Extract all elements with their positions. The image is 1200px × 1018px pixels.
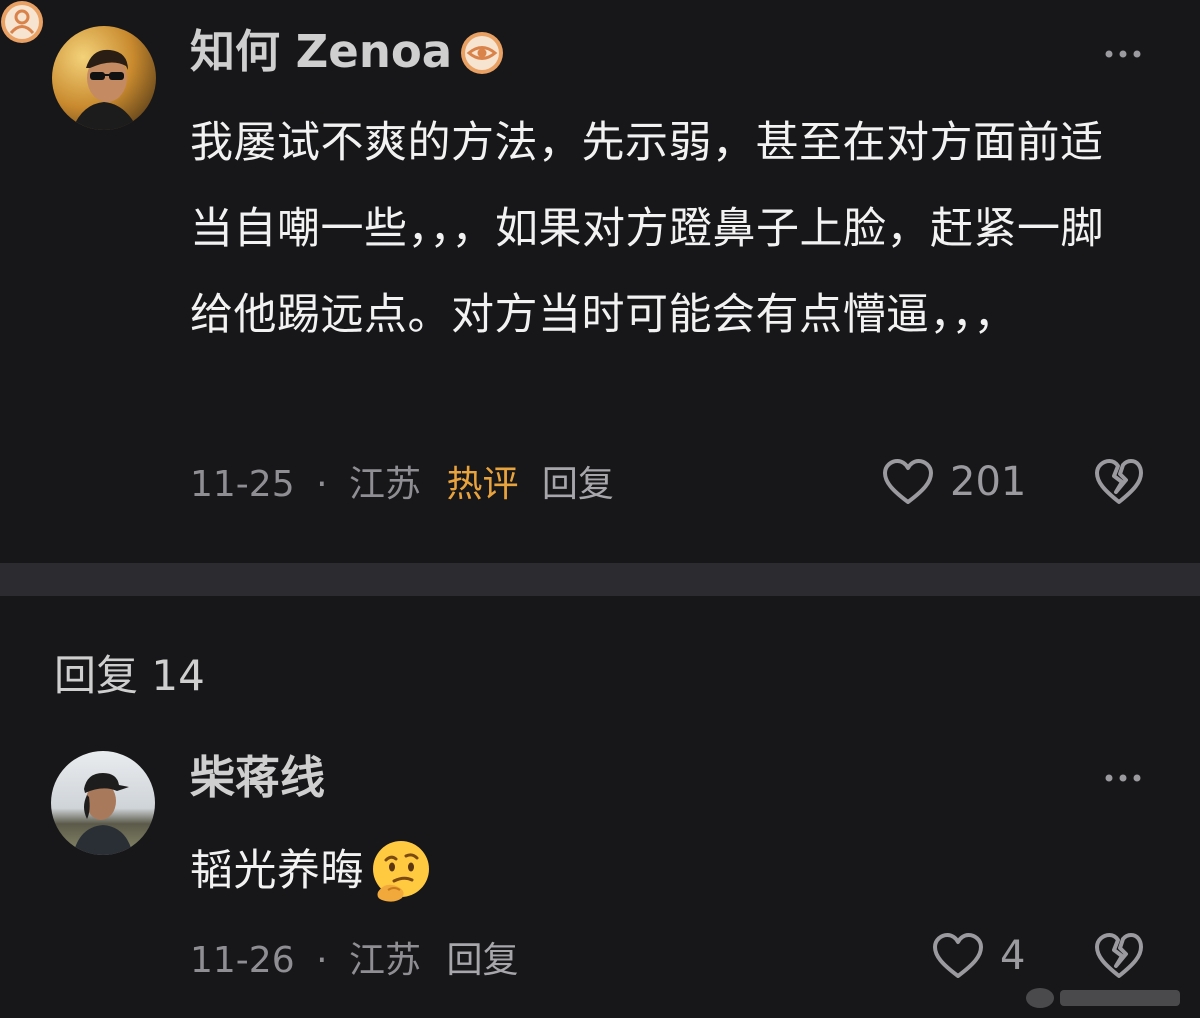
eye-badge-icon bbox=[461, 32, 503, 74]
more-options-icon[interactable] bbox=[1103, 48, 1143, 60]
broken-heart-icon[interactable] bbox=[1094, 458, 1144, 506]
comment-text-row: 韬光养晦 bbox=[190, 828, 1140, 914]
comment-location: 江苏 bbox=[348, 940, 421, 981]
comment-meta: 11-26 · 江苏 回复 bbox=[190, 936, 518, 985]
meta-separator: · bbox=[316, 940, 328, 981]
username[interactable]: 柴蒋线 bbox=[190, 750, 325, 806]
reply-button[interactable]: 回复 bbox=[446, 940, 518, 981]
comment-meta: 11-25 · 江苏 热评 回复 bbox=[190, 460, 614, 509]
comment-text: 我屡试不爽的方法，先示弱，甚至在对方面前适当自嘲一些，，，如果对方蹬鼻子上脸，赶… bbox=[190, 118, 1104, 340]
username[interactable]: 知何 Zenoa bbox=[190, 24, 452, 80]
heart-icon bbox=[883, 459, 933, 504]
comment-date: 11-25 bbox=[190, 464, 295, 505]
like-count: 201 bbox=[950, 459, 1027, 505]
more-options-icon[interactable] bbox=[1103, 772, 1143, 784]
watermark-logo bbox=[1026, 988, 1180, 1008]
like-button[interactable]: 201 bbox=[882, 458, 1026, 506]
comment-date: 11-26 bbox=[190, 940, 295, 981]
comment-location: 江苏 bbox=[348, 464, 421, 505]
reply-button[interactable]: 回复 bbox=[542, 464, 614, 505]
thinking-face-emoji bbox=[373, 841, 429, 902]
person-badge-icon bbox=[1, 1, 43, 43]
hot-comment-tag: 热评 bbox=[446, 464, 519, 505]
replies-count-header: 回复 14 bbox=[54, 651, 205, 700]
section-divider bbox=[0, 563, 1200, 596]
comment-main: 知何 Zenoa 我屡试不爽的方法，先示弱，甚至在对方面前适当自嘲一些，，，如果… bbox=[0, 0, 1200, 563]
comment-text: 韬光养晦 bbox=[190, 846, 364, 896]
meta-separator: · bbox=[316, 464, 328, 505]
user-avatar[interactable] bbox=[51, 751, 155, 855]
user-avatar[interactable] bbox=[52, 26, 156, 130]
heart-icon bbox=[933, 933, 983, 978]
